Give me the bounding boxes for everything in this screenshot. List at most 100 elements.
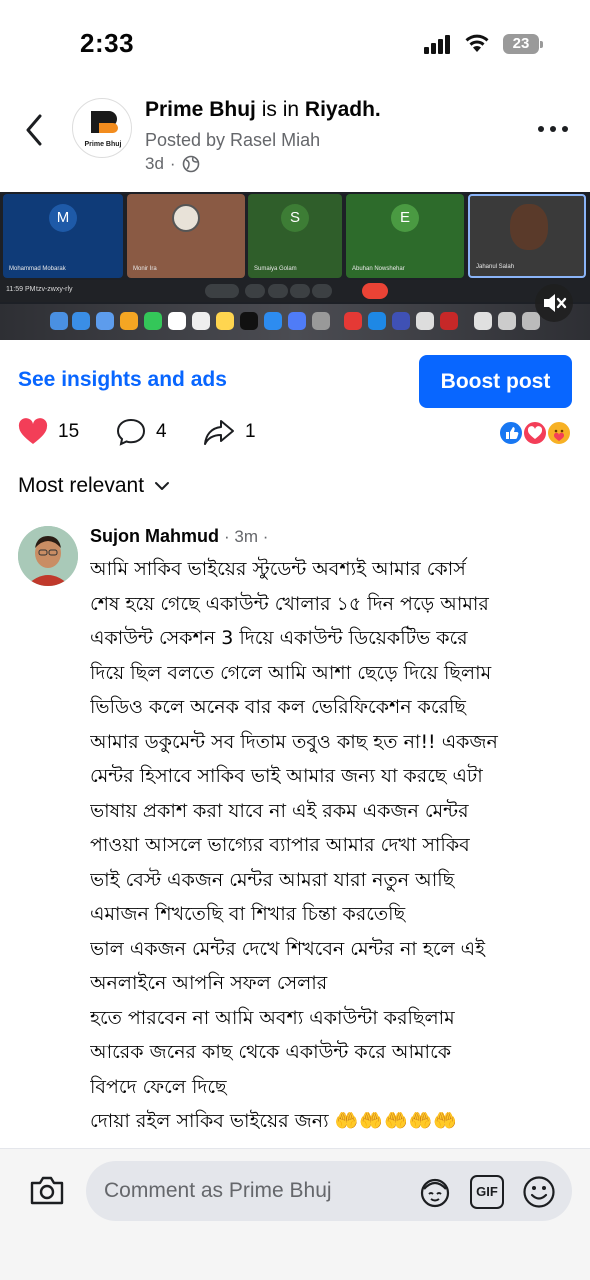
video-tile: M Mohammad Mobarak [3, 194, 123, 278]
camera-icon [245, 284, 265, 298]
reaction-summary[interactable] [498, 420, 574, 448]
svg-text:Prime Bhuj: Prime Bhuj [85, 141, 122, 148]
pages-icon [288, 312, 306, 330]
comment-time: 3m [234, 527, 259, 546]
comment-line: অনলাইনে আপনি সফল সেলার [90, 972, 328, 994]
see-insights-link[interactable]: See insights and ads [18, 368, 227, 392]
comment-line: শেষ হয়ে গেছে একাউন্ট খোলার ১৫ দিন পড়ে … [90, 592, 489, 615]
avatar-sticker-icon[interactable] [418, 1175, 452, 1209]
comment-line: একাউন্ট সেকশন 3 দিয়ে একাউন্ট ডিয়েকটিভ … [90, 627, 468, 649]
chrome-icon [344, 312, 362, 330]
comment-last-line: দোয়া রইল সাকিব ভাইয়ের জন্য 🤲🤲🤲🤲🤲 [90, 1104, 570, 1139]
video-tile: Monir Ira [127, 194, 245, 278]
mail-icon [96, 312, 114, 330]
calendar-icon [168, 312, 186, 330]
comment-line: পাওয়া আসলে ভাগ্যের ব্যাপার আমার দেখা সা… [90, 834, 470, 856]
comment-composer: Comment as Prime Bhuj GIF [0, 1148, 590, 1280]
meeting-code: tzv-zwxy-rly [36, 286, 73, 293]
facetime-icon [144, 312, 162, 330]
mac-dock [0, 304, 590, 340]
finder-icon [50, 312, 68, 330]
comment-line: আমার ডকুমেন্ট সব দিতাম তবুও কাছ হত না!! … [90, 730, 498, 753]
participant-initial: S [281, 204, 309, 232]
document-icon [474, 312, 492, 330]
like-count: 15 [58, 421, 80, 442]
comment-line: ভিডিও কলে অনেক বার কল ভেরিফিকেশন করেছি [90, 696, 466, 718]
comment-line: আরেক জনের কাছ থেকে একাউন্ট করে আমাকে [90, 1041, 451, 1063]
notes-icon [216, 312, 234, 330]
camera-icon[interactable] [28, 1173, 66, 1207]
meeting-clock: 11:59 PM [6, 286, 36, 293]
participant-name: Sumaiya Golam [254, 266, 297, 272]
preview-icon [416, 312, 434, 330]
end-call-icon [362, 283, 388, 299]
page-avatar[interactable]: Prime Bhuj [72, 98, 132, 158]
comment-text: আমি সাকিব ভাইয়ের স্টুডেন্ট অবশ্যই আমার … [90, 552, 570, 1139]
like-reaction-icon [498, 420, 524, 446]
comment-line: হতে পারবেন না আমি অবশ্য একাউন্টা করছিলাম [90, 1006, 455, 1029]
comment-sort-dropdown[interactable]: Most relevant [18, 474, 170, 498]
participant-initial: E [391, 204, 419, 232]
comment-action[interactable]: 4 [116, 418, 167, 446]
page-name[interactable]: Prime Bhuj [145, 98, 256, 121]
browser-icon [368, 312, 386, 330]
photos-icon [120, 312, 138, 330]
post-header: Prime Bhuj Prime Bhuj is in Riyadh. Post… [0, 88, 590, 180]
video-tile: E Abuhan Nowshehar [346, 194, 464, 278]
more-icon[interactable] [538, 126, 570, 134]
comment-line: বিপদে ফেলে দিছে [90, 1075, 227, 1098]
gif-icon[interactable]: GIF [470, 1175, 504, 1209]
chevron-down-icon [155, 482, 170, 490]
love-reaction-icon [522, 420, 548, 446]
video-tile-active: Jahanul Salah [468, 194, 586, 278]
video-tile: S Sumaiya Golam [248, 194, 342, 278]
comment-line: দিয়ে ছিল বলতে গেলে আমি আশা ছেড়ে দিয়ে … [90, 661, 492, 684]
status-bar: 2:33 23 [0, 0, 590, 80]
comment-header: Sujon Mahmud · 3m · [90, 526, 269, 546]
comment-count: 4 [156, 421, 167, 442]
back-arrow-icon[interactable] [20, 110, 50, 150]
more-options-icon [312, 284, 332, 298]
participant-name: Abuhan Nowshehar [352, 266, 405, 272]
share-icon [204, 420, 234, 445]
prime-bhuj-logo: Prime Bhuj [85, 111, 122, 148]
comment-line: ভাই বেস্ট একজন মেন্টর আমরা যারা নতুন আছি [90, 868, 455, 891]
comment-icon [116, 418, 146, 446]
cellular-signal-icon [424, 34, 452, 54]
post-media[interactable]: M Mohammad Mobarak Monir Ira S Sumaiya G… [0, 192, 590, 340]
app-icon [392, 312, 410, 330]
comment-placeholder: Comment as Prime Bhuj [104, 1179, 332, 1202]
captions-icon [268, 284, 288, 298]
post-meta: 3d · [145, 154, 200, 174]
checkin-text: is in [261, 98, 300, 121]
comment-line: এমাজন শিখতেছি বা শিখার চিন্তা করতেছি [90, 903, 406, 925]
speaker-muted-icon [544, 294, 567, 312]
profile-photo [18, 526, 78, 586]
commenter-name[interactable]: Sujon Mahmud [90, 526, 219, 546]
share-action[interactable]: 1 [203, 418, 256, 446]
like-action[interactable]: 15 [18, 418, 79, 446]
status-time: 2:33 [80, 28, 135, 58]
meeting-controls: 11:59 PM tzv-zwxy-rly [0, 280, 590, 302]
participant-photo [172, 204, 200, 232]
comment-line: দোয়া রইল সাকিব ভাইয়ের জন্য [90, 1110, 329, 1132]
care-reaction-icon [546, 420, 572, 446]
mic-icon [205, 284, 239, 298]
participant-name: Mohammad Mobarak [9, 266, 66, 272]
commenter-avatar[interactable] [18, 526, 78, 586]
appstore-icon [264, 312, 282, 330]
sort-label: Most relevant [18, 474, 145, 497]
mute-toggle[interactable] [535, 284, 573, 322]
comment-input[interactable]: Comment as Prime Bhuj GIF [86, 1161, 572, 1221]
emoji-icon[interactable] [522, 1175, 556, 1209]
location-name[interactable]: Riyadh. [305, 98, 381, 121]
boost-post-button[interactable]: Boost post [419, 355, 572, 408]
settings-icon [312, 312, 330, 330]
participant-video [510, 204, 548, 250]
share-count: 1 [245, 421, 256, 442]
folder-icon [498, 312, 516, 330]
safari-icon [72, 312, 90, 330]
participant-initial: M [49, 204, 77, 232]
comment-line: মেন্টর হিসাবে সাকিব ভাই আমার জন্য যা করছ… [90, 765, 483, 787]
reminders-icon [192, 312, 210, 330]
